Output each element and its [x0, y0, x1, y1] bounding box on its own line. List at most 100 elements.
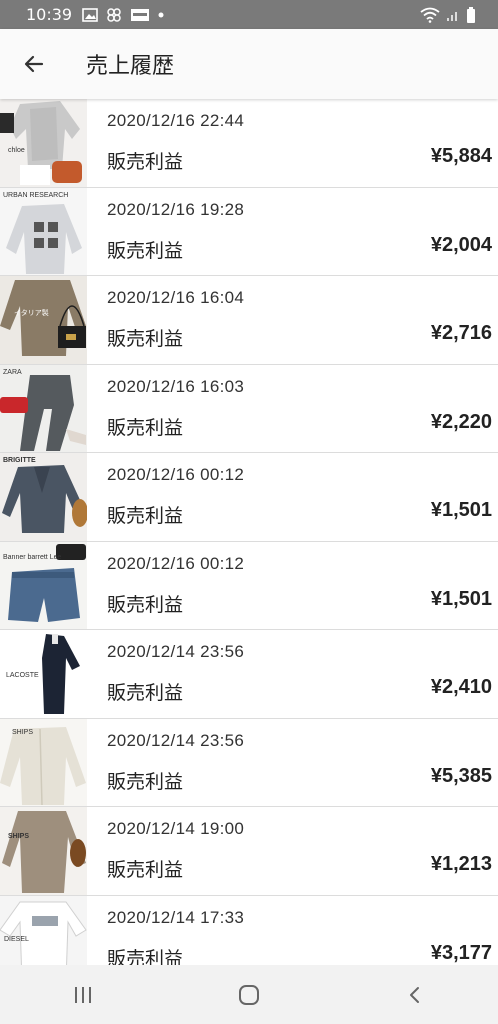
item-thumbnail: Banner barrett Lee [0, 541, 87, 629]
item-thumbnail: SHIPS [0, 718, 87, 806]
brand-text: イタリア製 [14, 310, 49, 317]
back-button[interactable] [14, 44, 54, 84]
item-details: 2020/12/14 19:00 販売利益 ¥1,213 [87, 807, 498, 895]
brand-text: URBAN RESEARCH [3, 191, 69, 199]
sale-date: 2020/12/16 16:04 [107, 288, 245, 307]
system-icons [420, 6, 476, 23]
sale-date: 2020/12/14 19:00 [107, 819, 245, 838]
nav-back-button[interactable] [385, 975, 445, 1015]
sale-label: 販売利益 [107, 593, 184, 616]
brand-text: chloe [8, 147, 25, 154]
sale-label: 販売利益 [107, 239, 184, 262]
item-thumbnail: ZARA [0, 364, 87, 452]
list-item[interactable]: URBAN RESEARCH 2020/12/16 19:28 販売利益 ¥2,… [0, 187, 498, 276]
brand-text: SHIPS [8, 833, 30, 840]
sale-date: 2020/12/14 17:33 [107, 907, 245, 927]
item-photo [0, 807, 87, 895]
nav-back-icon [410, 986, 419, 1003]
list-item[interactable]: LACOSTE 2020/12/14 23:56 販売利益 ¥2,410 [0, 630, 498, 719]
list-item[interactable]: ZARA 2020/12/16 16:03 販売利益 ¥2,220 [0, 364, 498, 453]
sale-date: 2020/12/14 23:56 [107, 730, 245, 750]
sale-amount: ¥1,501 [430, 499, 492, 521]
recents-button[interactable] [53, 975, 113, 1015]
gallery-icon [82, 7, 98, 22]
sale-date: 2020/12/16 22:44 [107, 111, 245, 130]
item-details: 2020/12/16 16:03 販売利益 ¥2,220 [87, 365, 498, 453]
signal-icon [447, 11, 457, 21]
home-icon [239, 984, 259, 1005]
sale-amount: ¥1,213 [430, 853, 492, 875]
sale-date: 2020/12/16 19:28 [107, 199, 245, 219]
item-details: 2020/12/16 00:12 販売利益 ¥1,501 [87, 542, 498, 630]
list-item[interactable]: SHIPS 2020/12/14 23:56 販売利益 ¥5,385 [0, 718, 498, 807]
home-button[interactable] [219, 975, 279, 1015]
sales-history-list[interactable]: chloe 2020/12/16 22:44 販売利益 ¥5,884 URBAN… [0, 99, 498, 965]
battery-icon [467, 6, 475, 23]
dot-icon [158, 12, 164, 17]
sale-date: 2020/12/16 16:03 [107, 376, 245, 396]
sale-label: 販売利益 [107, 416, 184, 439]
sale-label: 販売利益 [107, 682, 184, 704]
list-item[interactable]: イタリア製 2020/12/16 16:04 販売利益 ¥2,716 [0, 276, 498, 365]
sale-amount: ¥2,220 [430, 410, 492, 433]
list-item[interactable]: chloe 2020/12/16 22:44 販売利益 ¥5,884 [0, 99, 498, 188]
item-thumbnail: LACOSTE [0, 630, 87, 718]
item-details: 2020/12/14 17:33 販売利益 ¥3,177 [87, 896, 498, 966]
sale-amount: ¥3,177 [430, 941, 492, 964]
sale-label: 販売利益 [107, 328, 184, 350]
system-nav-bar [0, 965, 498, 1024]
sale-date: 2020/12/16 00:12 [107, 553, 245, 573]
sale-amount: ¥5,884 [430, 145, 492, 167]
app-notification-icon [131, 8, 150, 21]
sale-label: 販売利益 [107, 859, 184, 881]
brand-text: LACOSTE [6, 672, 39, 679]
list-item[interactable]: Banner barrett Lee 2020/12/16 00:12 販売利益… [0, 541, 498, 630]
sale-amount: ¥1,501 [430, 587, 492, 610]
recent-apps-icon [75, 986, 91, 1003]
item-thumbnail: SHIPS [0, 807, 87, 895]
page-title: 売上履歴 [86, 54, 175, 79]
sale-label: 販売利益 [107, 151, 184, 173]
sale-amount: ¥5,385 [430, 764, 492, 787]
pinwheel-icon [107, 7, 121, 22]
item-photo [0, 99, 87, 187]
sale-date: 2020/12/16 00:12 [107, 465, 245, 484]
brand-text: ZARA [3, 368, 22, 376]
item-photo [0, 895, 87, 965]
sale-label: 販売利益 [107, 770, 184, 793]
item-thumbnail: DIESEL [0, 895, 87, 965]
notification-icons [82, 7, 164, 23]
item-photo [0, 187, 87, 275]
sale-amount: ¥2,004 [430, 233, 492, 256]
item-details: 2020/12/16 16:04 販売利益 ¥2,716 [87, 276, 498, 364]
brand-text: DIESEL [4, 935, 29, 943]
app-bar: 売上履歴 [0, 29, 498, 99]
sale-amount: ¥2,410 [430, 676, 492, 698]
sale-label: 販売利益 [107, 947, 184, 966]
item-thumbnail: イタリア製 [0, 276, 87, 364]
item-photo [0, 276, 87, 364]
item-photo [0, 453, 87, 541]
item-photo [0, 364, 87, 452]
list-item[interactable]: DIESEL 2020/12/14 17:33 販売利益 ¥3,177 [0, 895, 498, 966]
brand-text: BRIGITTE [3, 457, 36, 464]
item-details: 2020/12/16 19:28 販売利益 ¥2,004 [87, 188, 498, 276]
status-time: 10:39 [26, 5, 73, 24]
status-bar: 10:39 [0, 0, 498, 29]
sale-label: 販売利益 [107, 505, 184, 527]
wifi-icon [420, 7, 440, 23]
item-thumbnail: BRIGITTE [0, 453, 87, 541]
item-thumbnail: chloe [0, 99, 87, 187]
item-details: 2020/12/14 23:56 販売利益 ¥5,385 [87, 719, 498, 807]
sale-date: 2020/12/14 23:56 [107, 642, 245, 661]
item-details: 2020/12/16 00:12 販売利益 ¥1,501 [87, 453, 498, 541]
sale-amount: ¥2,716 [430, 322, 492, 344]
arrow-left-icon [24, 55, 44, 73]
list-item[interactable]: BRIGITTE 2020/12/16 00:12 販売利益 ¥1,501 [0, 453, 498, 542]
list-item[interactable]: SHIPS 2020/12/14 19:00 販売利益 ¥1,213 [0, 807, 498, 896]
item-details: 2020/12/16 22:44 販売利益 ¥5,884 [87, 99, 498, 187]
brand-text: SHIPS [12, 728, 34, 736]
item-thumbnail: URBAN RESEARCH [0, 187, 87, 275]
brand-text: Banner barrett Lee [3, 553, 62, 561]
item-details: 2020/12/14 23:56 販売利益 ¥2,410 [87, 630, 498, 718]
